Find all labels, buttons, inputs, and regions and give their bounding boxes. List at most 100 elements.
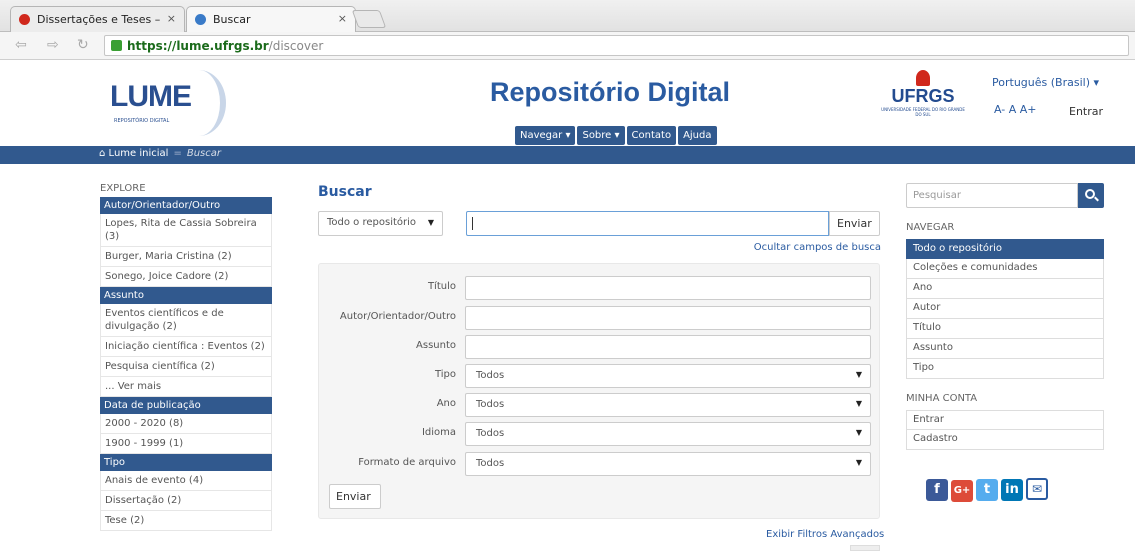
facet-item[interactable]: Tese (2) (100, 511, 272, 531)
ano-select[interactable]: Todos ▼ (465, 393, 871, 417)
account-register[interactable]: Cadastro (906, 430, 1104, 450)
ufrgs-favicon-icon (19, 14, 30, 25)
url-path: /discover (268, 39, 324, 53)
browse-item-type[interactable]: Tipo (906, 359, 1104, 379)
right-sidebar: Pesquisar NAVEGAR Todo o repositório Col… (906, 183, 1104, 502)
nav-ajuda[interactable]: Ajuda (678, 126, 717, 145)
logo-subtitle: REPOSITÓRIO DIGITAL (114, 118, 170, 124)
caret-down-icon: ▼ (855, 399, 862, 408)
scope-value: Todo o repositório (327, 217, 417, 228)
tab-title: Buscar (213, 13, 251, 26)
query-submit-button[interactable]: Enviar (829, 211, 880, 236)
browse-list: Todo o repositório Coleções e comunidade… (906, 239, 1104, 379)
twitter-icon[interactable]: t (976, 479, 998, 501)
site-header: LUME REPOSITÓRIO DIGITAL Repositório Dig… (0, 60, 1135, 146)
caret-down-icon: ▼ (855, 428, 862, 437)
new-tab-button[interactable] (351, 10, 387, 28)
autor-input[interactable] (465, 306, 871, 330)
idioma-select[interactable]: Todos ▼ (465, 422, 871, 446)
browser-tab-buscar[interactable]: Buscar × (186, 6, 356, 32)
breadcrumb-current: Buscar (186, 148, 221, 159)
language-selector[interactable]: Português (Brasil) ▾ (992, 76, 1099, 89)
tab-title: Dissertações e Teses – (37, 13, 161, 26)
facet-item[interactable]: Lopes, Rita de Cassia Sobreira (3) (100, 214, 272, 247)
facet-item[interactable]: Eventos científicos e de divulgação (2) (100, 304, 272, 337)
browse-item-collections[interactable]: Coleções e comunidades (906, 259, 1104, 279)
formato-select[interactable]: Todos ▼ (465, 452, 871, 476)
explore-label: EXPLORE (100, 183, 146, 194)
scope-select[interactable]: Todo o repositório ▼ (318, 211, 443, 236)
query-input[interactable] (466, 211, 829, 236)
facet-more-link[interactable]: ... Ver mais (100, 377, 272, 397)
account-login[interactable]: Entrar (906, 410, 1104, 430)
caret-down-icon: ▼ (855, 458, 862, 467)
field-row-idioma: Idioma Todos ▼ (319, 422, 881, 446)
close-tab-icon[interactable]: × (338, 12, 347, 25)
titulo-input[interactable] (465, 276, 871, 300)
facet-item[interactable]: Sonego, Joice Cadore (2) (100, 267, 272, 287)
field-label: Formato de arquivo (358, 457, 456, 468)
lume-logo[interactable]: LUME REPOSITÓRIO DIGITAL (100, 68, 226, 138)
assunto-input[interactable] (465, 335, 871, 359)
facet-item[interactable]: 1900 - 1999 (1) (100, 434, 272, 454)
forward-arrow-icon[interactable]: ⇨ (47, 37, 59, 53)
browser-tabbar: Dissertações e Teses – × Buscar × (0, 0, 1135, 32)
field-label: Idioma (421, 427, 456, 438)
social-links: f G+ t in ✉ (906, 478, 1104, 502)
advanced-filters-link[interactable]: Exibir Filtros Avançados (766, 529, 884, 540)
field-row-ano: Ano Todos ▼ (319, 393, 881, 417)
facebook-icon[interactable]: f (926, 479, 948, 501)
field-label: Assunto (416, 340, 456, 351)
hide-fields-link[interactable]: Ocultar campos de busca (754, 242, 881, 253)
field-row-tipo: Tipo Todos ▼ (319, 364, 881, 388)
facet-head-subject: Assunto (100, 287, 272, 304)
address-bar: ⇦ ⇨ ↻ https://lume.ufrgs.br/discover (0, 32, 1135, 60)
back-arrow-icon[interactable]: ⇦ (15, 37, 27, 53)
account-label: MINHA CONTA (906, 393, 978, 404)
browse-item-author[interactable]: Autor (906, 299, 1104, 319)
nav-navegar[interactable]: Navegar ▾ (515, 126, 576, 145)
browser-tab-dissertacoes[interactable]: Dissertações e Teses – × (10, 6, 185, 32)
tipo-select[interactable]: Todos ▼ (465, 364, 871, 388)
breadcrumb-separator: = (173, 148, 182, 159)
select-value: Todos (476, 370, 505, 381)
login-link[interactable]: Entrar (1069, 105, 1103, 118)
browse-item-subject[interactable]: Assunto (906, 339, 1104, 359)
browse-item-title[interactable]: Título (906, 319, 1104, 339)
close-tab-icon[interactable]: × (167, 12, 176, 25)
reload-icon[interactable]: ↻ (77, 37, 89, 53)
nav-sobre[interactable]: Sobre ▾ (577, 126, 625, 145)
left-sidebar: EXPLORE Autor/Orientador/Outro Lopes, Ri… (100, 183, 272, 531)
breadcrumb-home[interactable]: Lume inicial (109, 148, 169, 159)
sidebar-search-input[interactable]: Pesquisar (906, 183, 1078, 208)
email-icon[interactable]: ✉ (1026, 478, 1048, 500)
facet-item[interactable]: Burger, Maria Cristina (2) (100, 247, 272, 267)
field-label: Autor/Orientador/Outro (339, 311, 456, 322)
field-label: Ano (436, 398, 456, 409)
browse-item-all[interactable]: Todo o repositório (906, 239, 1104, 259)
partial-control (850, 545, 880, 551)
ufrgs-subtitle: UNIVERSIDADE FEDERAL DO RIO GRANDE DO SU… (881, 107, 965, 117)
facet-item[interactable]: Anais de evento (4) (100, 471, 272, 491)
sidebar-search-button[interactable] (1078, 183, 1104, 208)
facet-item[interactable]: Iniciação científica : Eventos (2) (100, 337, 272, 357)
font-size-controls[interactable]: A- A A+ (994, 103, 1037, 116)
linkedin-icon[interactable]: in (1001, 479, 1023, 501)
account-list: Entrar Cadastro (906, 410, 1104, 450)
facet-item[interactable]: 2000 - 2020 (8) (100, 414, 272, 434)
select-value: Todos (476, 399, 505, 410)
lume-favicon-icon (195, 14, 206, 25)
filter-panel: Título Autor/Orientador/Outro Assunto Ti… (318, 263, 880, 519)
facet-item[interactable]: Pesquisa científica (2) (100, 357, 272, 377)
field-label: Tipo (434, 369, 456, 380)
select-value: Todos (476, 428, 505, 439)
nav-contato[interactable]: Contato (626, 126, 677, 145)
submit-button[interactable]: Enviar (329, 484, 381, 509)
url-field[interactable]: https://lume.ufrgs.br/discover (104, 35, 1129, 56)
browse-item-year[interactable]: Ano (906, 279, 1104, 299)
field-row-assunto: Assunto (319, 335, 881, 359)
facet-head-author: Autor/Orientador/Outro (100, 197, 272, 214)
google-plus-icon[interactable]: G+ (951, 480, 973, 502)
facet-item[interactable]: Dissertação (2) (100, 491, 272, 511)
ufrgs-logo[interactable]: UFRGS UNIVERSIDADE FEDERAL DO RIO GRANDE… (878, 70, 968, 140)
